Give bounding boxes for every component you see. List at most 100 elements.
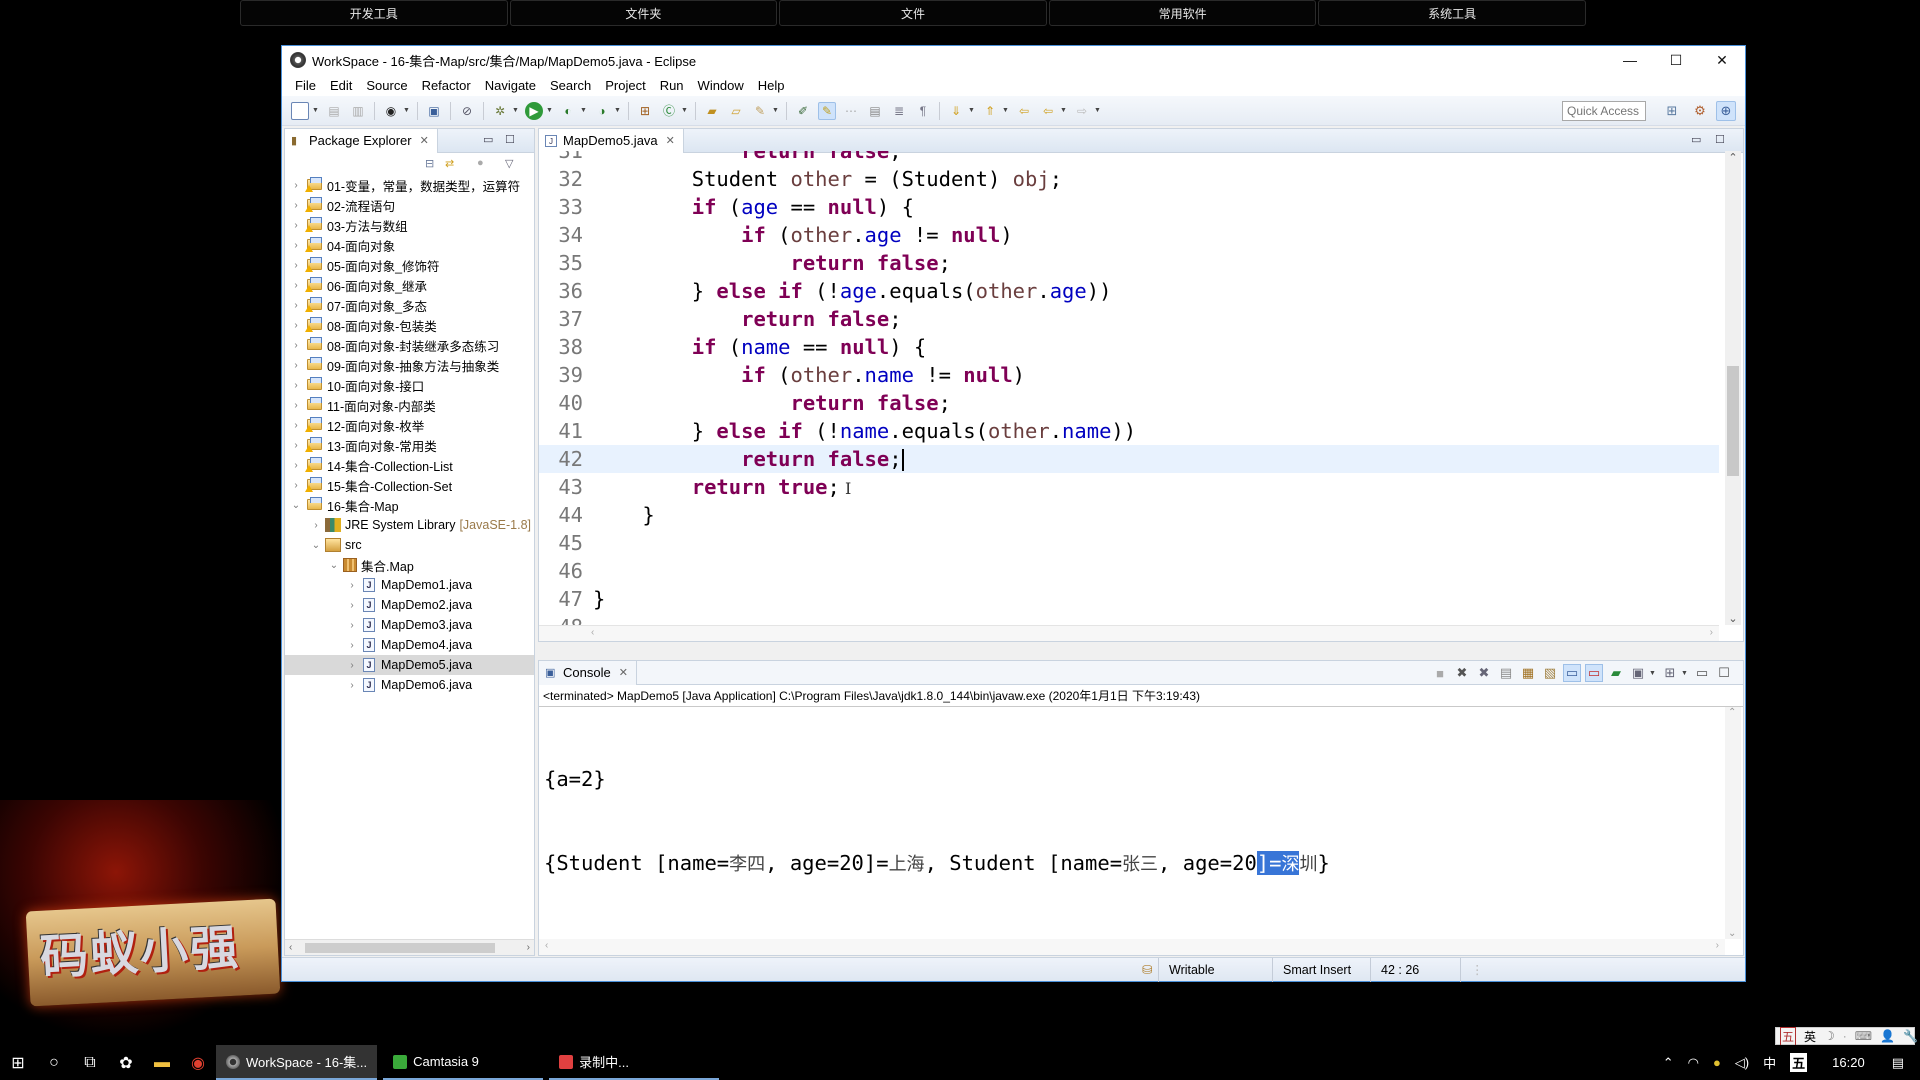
code-line[interactable]: 34 if (other.age != null) (539, 221, 1719, 249)
code-line[interactable]: 37 return false; (539, 305, 1719, 333)
project-item[interactable]: › 02-流程语句 (285, 195, 534, 215)
open-folder-icon[interactable]: ▱ (727, 102, 745, 120)
skip-breakpoints-icon[interactable]: ⊘ (458, 102, 476, 120)
taskbar-app-eclipse[interactable]: WorkSpace - 16-集... (216, 1045, 378, 1080)
editor-vscrollbar[interactable]: ⌃ ⌄ (1725, 151, 1741, 625)
expand-chevron-icon[interactable]: › (289, 420, 303, 431)
menu-edit[interactable]: Edit (323, 78, 359, 93)
expand-chevron-icon[interactable]: › (345, 640, 359, 651)
view-menu-icon[interactable]: ▽ (505, 157, 513, 170)
menu-source[interactable]: Source (359, 78, 414, 93)
collapse-chevron-icon[interactable]: ⌄ (289, 500, 303, 511)
remove-launch-icon[interactable]: ✖ (1453, 664, 1471, 682)
ime-fullwidth-icon[interactable]: ☽ (1824, 1029, 1835, 1043)
launcher-files[interactable]: 文件 (779, 0, 1047, 26)
code-line[interactable]: 33 if (age == null) { (539, 193, 1719, 221)
console-vscrollbar[interactable]: ⌃ ⌄ (1725, 707, 1741, 939)
clock[interactable]: 16:20 (1832, 1055, 1865, 1070)
expand-chevron-icon[interactable]: › (289, 380, 303, 391)
expand-chevron-icon[interactable]: › (289, 260, 303, 271)
code-line[interactable]: 40 return false; (539, 389, 1719, 417)
close-button[interactable]: ✕ (1699, 46, 1745, 74)
ime-english-toggle[interactable]: 英 (1804, 1028, 1816, 1045)
expand-chevron-icon[interactable]: › (289, 220, 303, 231)
expand-chevron-icon[interactable]: › (289, 460, 303, 471)
expand-chevron-icon[interactable]: › (345, 600, 359, 611)
scroll-left-icon[interactable]: ‹ (591, 627, 594, 638)
new-package-icon[interactable]: ⊞ (636, 102, 654, 120)
pin-console-icon[interactable]: ▰ (1607, 664, 1625, 682)
expand-chevron-icon[interactable]: › (289, 300, 303, 311)
scroll-left-icon[interactable]: ‹ (289, 942, 292, 953)
new-class-dropdown-icon[interactable]: ▼ (681, 107, 689, 114)
console-output[interactable]: {a=2} {Student [name=李四, age=20]=上海, Stu… (544, 709, 1330, 935)
save-icon[interactable]: ▤ (325, 102, 343, 120)
project-item[interactable]: › 09-面向对象-抽象方法与抽象类 (285, 355, 534, 375)
project-item[interactable]: › 13-面向对象-常用类 (285, 435, 534, 455)
project-item[interactable]: › 10-面向对象-接口 (285, 375, 534, 395)
ime-wubi-icon[interactable]: 五 (1780, 1026, 1797, 1046)
run-dropdown-icon[interactable]: ▼ (546, 107, 554, 114)
ime-user-icon[interactable]: 👤 (1880, 1029, 1895, 1043)
code-line[interactable]: 42 return false; (539, 445, 1719, 473)
menu-search[interactable]: Search (543, 78, 598, 93)
scroll-right-icon[interactable]: › (1716, 940, 1719, 951)
prev-annotation-dropdown-icon[interactable]: ▼ (1002, 107, 1010, 114)
block-selection-icon[interactable]: ⋯ (842, 102, 860, 120)
expand-chevron-icon[interactable]: › (289, 280, 303, 291)
scroll-thumb[interactable] (305, 943, 495, 953)
code-line[interactable]: 47} (539, 585, 1719, 613)
debug-perspective-icon[interactable]: ⚙ (1690, 101, 1710, 121)
expand-chevron-icon[interactable]: › (345, 580, 359, 591)
code-area[interactable]: 31 return false; 32 Student other = (Stud… (539, 151, 1719, 625)
code-line[interactable]: 45 (539, 529, 1719, 557)
new-icon[interactable] (291, 101, 309, 120)
taskbar-app-camtasia[interactable]: Camtasia 9 (383, 1045, 544, 1080)
project-item[interactable]: › 01-变量，常量，数据类型，运算符 (285, 175, 534, 195)
open-console-dropdown-icon[interactable]: ▼ (1681, 670, 1689, 677)
prev-annotation-icon[interactable]: ⇑ (981, 102, 999, 120)
java-file-item[interactable]: › J MapDemo2.java (285, 595, 534, 615)
expand-chevron-icon[interactable]: › (289, 440, 303, 451)
project-item[interactable]: › 15-集合-Collection-Set (285, 475, 534, 495)
fan-app-icon[interactable]: ✿ (108, 1045, 144, 1080)
task-view-icon[interactable]: ⧉ (72, 1045, 108, 1080)
action-center-icon[interactable]: ▤ (1892, 1055, 1904, 1071)
src-folder-item[interactable]: ⌄ src (285, 535, 534, 555)
expand-chevron-icon[interactable]: › (289, 200, 303, 211)
code-line[interactable]: 38 if (name == null) { (539, 333, 1719, 361)
close-icon[interactable]: ✕ (420, 134, 429, 147)
network-globe-icon[interactable]: ● (1713, 1055, 1721, 1070)
code-line[interactable]: 36 } else if (!age.equals(other.age)) (539, 277, 1719, 305)
display-console-dropdown-icon[interactable]: ▼ (1649, 670, 1657, 677)
project-item[interactable]: › 07-面向对象_多态 (285, 295, 534, 315)
java-file-item[interactable]: › J MapDemo5.java (285, 655, 534, 675)
project-item[interactable]: › 08-面向对象-封装继承多态练习 (285, 335, 534, 355)
external-tools-dropdown-icon[interactable]: ▼ (614, 107, 622, 114)
chrome-icon[interactable]: ◉ (180, 1045, 216, 1080)
link-editor-icon[interactable]: ⇄ (445, 157, 454, 170)
launcher-dev-tools[interactable]: 开发工具 (240, 0, 508, 26)
collapse-all-icon[interactable]: ⊟ (425, 157, 434, 170)
external-tools-icon[interactable]: ◑ (593, 102, 611, 120)
back-icon[interactable]: ⇦ (1039, 102, 1057, 120)
scroll-right-icon[interactable]: › (527, 942, 530, 953)
console-hscrollbar[interactable]: ‹ › (539, 939, 1725, 955)
coverage-dropdown-icon[interactable]: ▼ (580, 107, 588, 114)
launcher-system-tools[interactable]: 系统工具 (1318, 0, 1586, 26)
project-item[interactable]: › 03-方法与数组 (285, 215, 534, 235)
project-item[interactable]: › 12-面向对象-枚举 (285, 415, 534, 435)
back-dropdown-icon[interactable]: ▼ (1060, 107, 1068, 114)
collapse-chevron-icon[interactable]: ⌄ (309, 540, 323, 551)
java-perspective-icon[interactable]: ⊕ (1716, 101, 1736, 121)
cortana-search-icon[interactable]: ○ (36, 1045, 72, 1080)
code-line[interactable]: 39 if (other.name != null) (539, 361, 1719, 389)
launcher-folders[interactable]: 文件夹 (509, 0, 778, 26)
new-dropdown-icon[interactable]: ▼ (312, 107, 320, 114)
minimize-view-icon[interactable]: ▭ (1693, 664, 1711, 682)
expand-chevron-icon[interactable]: › (289, 320, 303, 331)
ime-settings-icon[interactable]: 🔧 (1903, 1029, 1918, 1043)
expand-chevron-icon[interactable]: › (345, 620, 359, 631)
word-wrap-icon[interactable]: ▧ (1541, 664, 1559, 682)
expand-chevron-icon[interactable]: › (289, 240, 303, 251)
